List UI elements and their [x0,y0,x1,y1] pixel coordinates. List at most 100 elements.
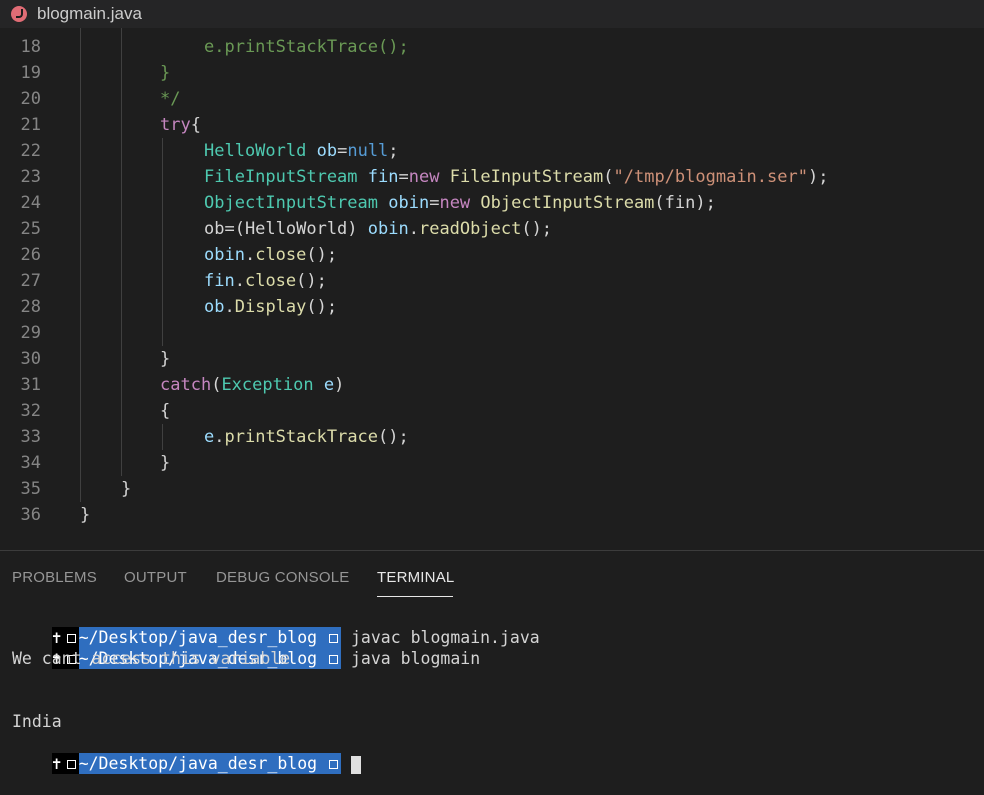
code-line[interactable]: 32 { [0,398,984,424]
editor-tab[interactable]: blogmain.java [0,0,154,28]
code-token: . [224,297,235,317]
code-line[interactable]: 29 [0,320,984,346]
code-text: try{ [160,112,201,138]
terminal-output-line: India [12,712,62,731]
code-token: Exception [221,375,314,395]
code-line[interactable]: 19} [0,60,984,86]
code-token: printStackTrace [224,427,379,447]
code-line[interactable]: 33 e.printStackTrace(); [0,424,984,450]
code-token: obin [388,193,430,213]
code-token: "/tmp/blogmain.ser" [613,167,808,187]
code-token: fin [204,271,235,291]
separator-icon [66,760,76,769]
line-number: 36 [20,505,41,525]
code-token: obin [367,219,409,239]
tab-terminal[interactable]: TERMINAL [377,569,454,586]
separator-icon [329,655,339,664]
active-tab-indicator [377,596,453,597]
code-line[interactable]: 30} [0,346,984,372]
code-token: } [160,63,171,83]
code-token: Display [234,297,307,317]
line-number: 22 [20,141,41,161]
java-file-icon [11,6,27,22]
bottom-panel: PROBLEMS OUTPUT DEBUG CONSOLE TERMINAL ✝… [0,550,984,774]
code-token: try [160,115,191,135]
code-token: . [214,427,225,447]
code-token: { [160,401,171,421]
code-token: (); [306,297,338,317]
code-text: catch(Exception e) [160,372,344,398]
prompt-glyph: ✝ [51,754,62,773]
line-number: 25 [20,219,41,239]
code-text: } [160,60,170,86]
code-text: FileInputStream fin=new FileInputStream(… [204,164,828,190]
tab-debug-console[interactable]: DEBUG CONSOLE [216,569,349,586]
code-token: close [255,245,307,265]
code-token: ob [204,297,225,317]
prompt-symbol: ✝ [51,753,79,774]
code-token: } [121,479,132,499]
line-number: 20 [20,89,41,109]
code-line[interactable]: 22 HelloWorld ob=null; [0,138,984,164]
code-line[interactable]: 27 fin.close(); [0,268,984,294]
editor-tab-bar: blogmain.java [0,0,984,28]
line-number: 35 [20,479,41,499]
code-token: ( [603,167,614,187]
code-line[interactable]: 36} [0,502,984,528]
tab-output[interactable]: OUTPUT [124,569,187,586]
code-text: */ [160,86,180,112]
code-text: } [160,450,170,476]
code-text: } [80,502,90,528]
code-token: ob [316,141,338,161]
code-token: */ [160,89,181,109]
tab-problems[interactable]: PROBLEMS [12,569,97,586]
code-line[interactable]: 18 e.printStackTrace(); [0,34,984,60]
code-line[interactable]: 23 FileInputStream fin=new FileInputStrea… [0,164,984,190]
code-line[interactable]: 26 obin.close(); [0,242,984,268]
code-line[interactable]: 21 try{ [0,112,984,138]
code-token: (); [378,427,409,447]
code-line[interactable]: 31 catch(Exception e) [0,372,984,398]
code-line[interactable]: 25 ob=(HelloWorld) obin.readObject(); [0,216,984,242]
code-token: close [244,271,297,291]
code-token: ObjectInputStream [204,193,378,213]
code-line[interactable]: 24 ObjectInputStream obin=new ObjectInput… [0,190,984,216]
code-text: ObjectInputStream obin=new ObjectInputSt… [204,190,716,216]
line-number: 18 [20,37,41,57]
code-line[interactable]: 35} [0,476,984,502]
code-token: ob=(HelloWorld) [204,219,368,239]
code-token: ); [807,167,829,187]
line-number: 28 [20,297,41,317]
code-editor[interactable]: 18 e.printStackTrace(); 19} 20 */ 21 try{22 Hel… [0,28,984,550]
code-text: { [160,398,170,424]
code-token: = [337,141,348,161]
line-number: 24 [20,193,41,213]
code-text: fin.close(); [204,268,327,294]
code-token: e.printStackTrace(); [204,37,409,57]
code-token: } [160,349,171,369]
code-line[interactable]: 34} [0,450,984,476]
terminal-prompt-line: ✝ ~/Desktop/java_desr_blog java blogmain [12,627,480,669]
code-token: ) [334,375,345,395]
line-number: 33 [20,427,41,447]
code-token: FileInputStream [449,167,604,187]
code-line[interactable]: 20 */ [0,86,984,112]
tab-title: blogmain.java [37,4,142,23]
line-number: 26 [20,245,41,265]
code-token: . [244,245,256,265]
code-text: } [160,346,170,372]
code-token: readObject [418,219,522,239]
terminal-prompt-line: ✝ ~/Desktop/java_desr_blog javac blogmain… [12,606,540,648]
code-token: null [347,141,389,161]
code-text: e.printStackTrace(); [204,34,409,60]
code-line[interactable]: 28 ob.Display(); [0,294,984,320]
code-token: } [80,505,91,525]
code-text: obin.close(); [204,242,337,268]
code-text: e.printStackTrace(); [204,424,409,450]
terminal-command: java blogmain [350,649,481,668]
